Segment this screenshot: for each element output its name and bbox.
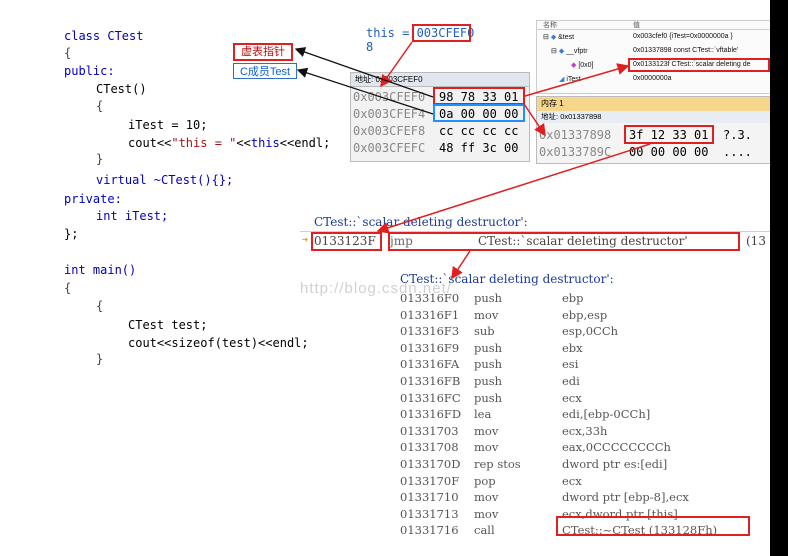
this-to-memory-arrow <box>380 41 413 88</box>
member-label-arrow <box>296 67 434 115</box>
vptr-label-arrow <box>294 47 434 98</box>
screenshot-canvas: class CTest { public: CTest() { iTest = … <box>0 0 770 556</box>
annotation-arrows <box>294 41 651 280</box>
vptr-to-memory2-arrow <box>523 103 546 137</box>
vptr-to-watch-arrow <box>524 63 630 97</box>
vftable-to-jump-arrow <box>376 143 651 234</box>
jump-to-disasm-arrow <box>451 250 471 280</box>
